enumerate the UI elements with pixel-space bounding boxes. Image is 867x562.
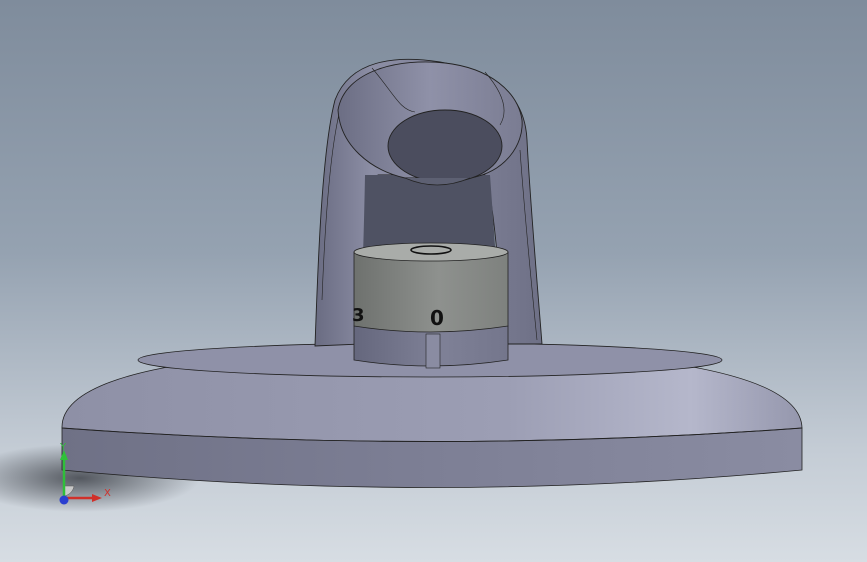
dial-number-front: 0 [430, 306, 444, 330]
x-axis-head [92, 494, 102, 502]
view-cube-icon [63, 485, 75, 497]
orientation-triad: Y X [59, 442, 111, 505]
cad-viewport[interactable]: 0 3 Y X [0, 0, 867, 562]
dial-number-left: 3 [352, 305, 365, 326]
x-axis-label: X [104, 488, 111, 499]
z-axis-icon [59, 495, 69, 505]
dial-knob[interactable]: 0 3 [352, 242, 509, 333]
model-render[interactable]: 0 3 [0, 0, 867, 562]
y-axis-label: Y [59, 442, 67, 453]
